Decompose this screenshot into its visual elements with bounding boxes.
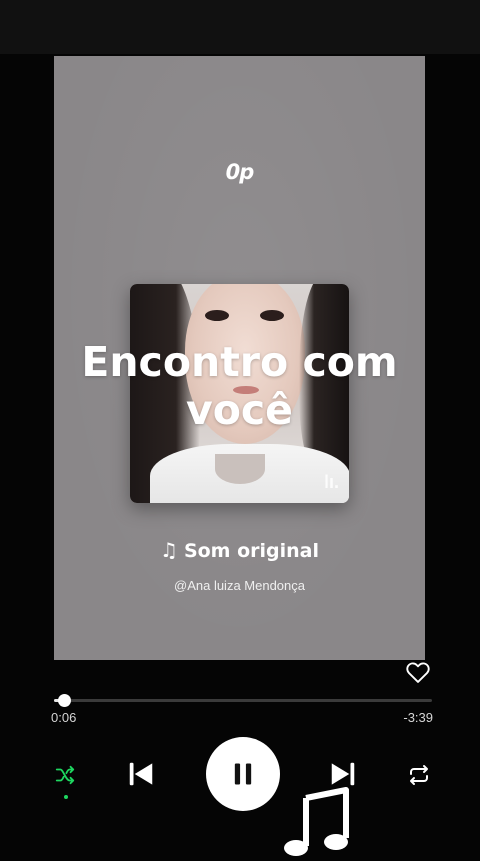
video-frame[interactable]: 0p ǀı. Encontro com você ♫ Som original @… (54, 56, 425, 660)
pause-icon (234, 763, 252, 785)
music-notes-decoration-icon (282, 786, 362, 856)
music-note-icon: ♫ (160, 538, 178, 562)
skip-next-icon (331, 762, 355, 786)
progress-bar[interactable] (54, 694, 432, 707)
time-remaining: -3:39 (403, 710, 433, 725)
shuffle-active-dot (64, 795, 68, 799)
time-elapsed: 0:06 (51, 710, 77, 725)
channel-logo: 0p (225, 160, 255, 184)
cover-badge-icon: ǀı. (323, 472, 339, 492)
status-area (0, 0, 480, 54)
sound-label: Som original (183, 540, 319, 562)
progress-knob[interactable] (58, 694, 72, 707)
repeat-button[interactable] (404, 760, 434, 790)
previous-button[interactable] (124, 757, 158, 791)
skip-previous-icon (129, 762, 153, 786)
heart-icon[interactable] (404, 658, 432, 686)
sound-label-row[interactable]: ♫ Som original (54, 538, 425, 562)
pause-button[interactable] (206, 737, 280, 811)
shuffle-button[interactable] (50, 760, 80, 790)
repeat-icon (410, 765, 428, 785)
artist-handle[interactable]: @Ana luiza Mendonça (54, 578, 425, 593)
track-title: Encontro com você (81, 338, 398, 434)
shuffle-icon (55, 765, 75, 785)
